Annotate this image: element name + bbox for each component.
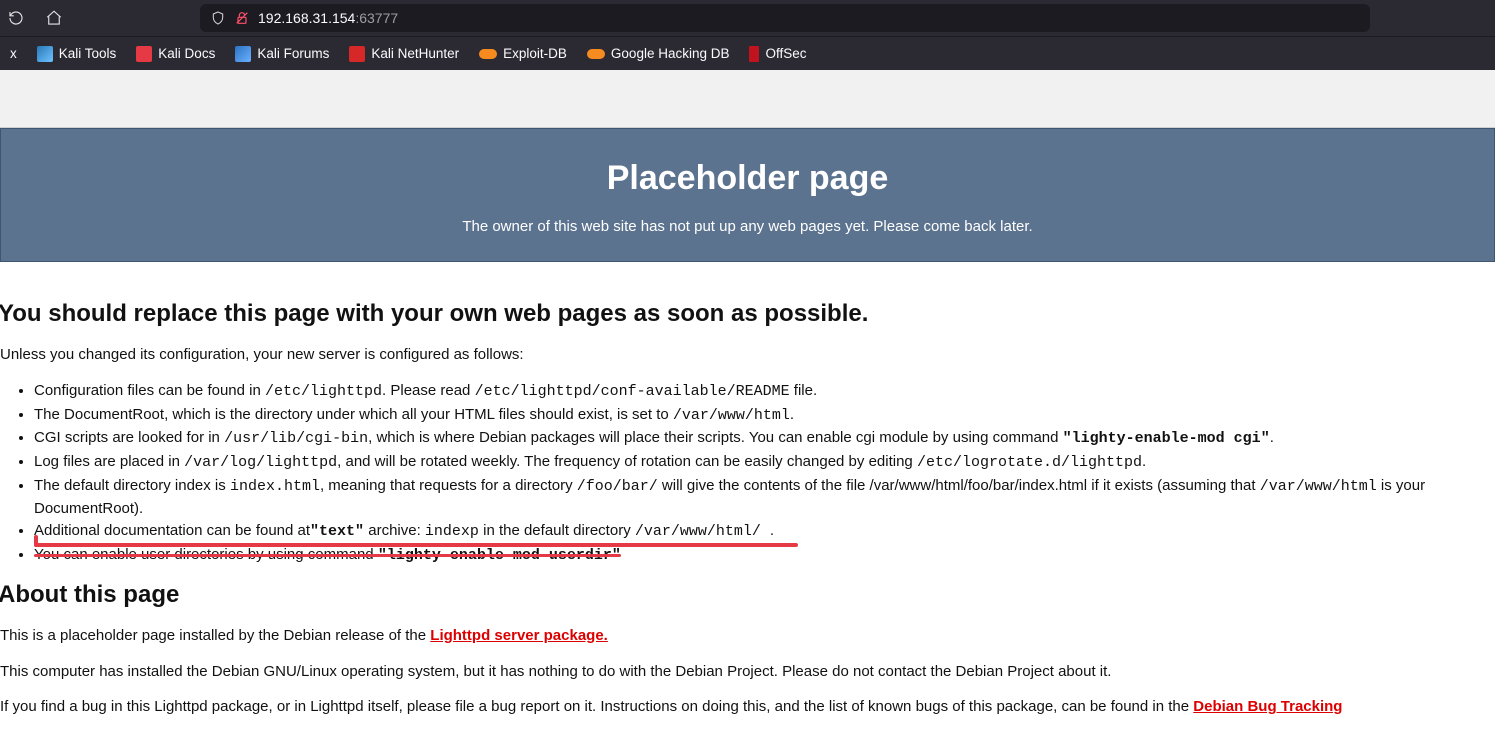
hero-banner: Placeholder page The owner of this web s… [0, 128, 1495, 262]
bookmarks-bar: x Kali Tools Kali Docs Kali Forums Kali … [0, 36, 1495, 70]
config-list: Configuration files can be found in /etc… [0, 380, 1495, 567]
reload-button[interactable] [4, 6, 28, 30]
list-item-highlighted: Additional documentation can be found at… [34, 520, 1495, 543]
bookmark-kx[interactable]: x [6, 43, 21, 64]
list-item: Log files are placed in /var/log/lighttp… [34, 451, 1495, 474]
bookmark-offsec[interactable]: OffSec [745, 43, 810, 65]
home-button[interactable] [42, 6, 66, 30]
bookmark-label: x [10, 46, 17, 61]
page-top-gap [0, 70, 1495, 128]
bookmark-kali-forums[interactable]: Kali Forums [231, 43, 333, 65]
red-annotation-strike [34, 554, 621, 557]
bookmark-label: Kali Docs [158, 46, 215, 61]
bookmark-google-hacking-db[interactable]: Google Hacking DB [583, 43, 734, 64]
browser-toolbar: 192.168.31.154:63777 [0, 0, 1495, 36]
bookmark-label: Kali NetHunter [371, 46, 459, 61]
kali-icon [37, 46, 53, 62]
lighttpd-package-link[interactable]: Lighttpd server package. [430, 627, 608, 644]
heading-replace: You should replace this page with your o… [0, 300, 1495, 328]
list-item: The default directory index is index.htm… [34, 475, 1495, 520]
list-item: CGI scripts are looked for in /usr/lib/c… [34, 427, 1495, 450]
about-paragraph-3: If you find a bug in this Lighttpd packa… [0, 696, 1495, 718]
bookmark-kali-tools[interactable]: Kali Tools [33, 43, 121, 65]
about-paragraph-2: This computer has installed the Debian G… [0, 661, 1495, 683]
bookmark-exploit-db[interactable]: Exploit-DB [475, 43, 571, 64]
list-item: The DocumentRoot, which is the directory… [34, 404, 1495, 427]
url-text: 192.168.31.154:63777 [258, 10, 398, 26]
address-bar[interactable]: 192.168.31.154:63777 [200, 4, 1370, 32]
page-title: Placeholder page [11, 159, 1484, 198]
heading-about: About this page [0, 581, 1495, 609]
url-port: :63777 [355, 10, 398, 26]
bookmark-label: Kali Forums [257, 46, 329, 61]
bookmark-label: Exploit-DB [503, 46, 567, 61]
bookmark-label: OffSec [765, 46, 806, 61]
hero-subtitle: The owner of this web site has not put u… [11, 218, 1484, 235]
kali-docs-icon [136, 46, 152, 62]
lock-insecure-icon [234, 10, 250, 26]
shield-icon [210, 10, 226, 26]
bookmark-label: Kali Tools [59, 46, 117, 61]
offsec-icon [749, 46, 759, 62]
bookmark-kali-nethunter[interactable]: Kali NetHunter [345, 43, 463, 65]
main-content: You should replace this page with your o… [0, 262, 1495, 718]
list-item: Configuration files can be found in /etc… [34, 380, 1495, 403]
list-item-struck: You can enable user directories by using… [34, 544, 1495, 567]
kali-forums-icon [235, 46, 251, 62]
ghd-icon [587, 49, 605, 59]
bookmark-kali-docs[interactable]: Kali Docs [132, 43, 219, 65]
url-host: 192.168.31.154 [258, 10, 355, 26]
debian-bug-link[interactable]: Debian Bug Tracking [1193, 698, 1342, 715]
exploit-db-icon [479, 49, 497, 59]
intro-paragraph: Unless you changed its configuration, yo… [0, 344, 1495, 366]
kali-nethunter-icon [349, 46, 365, 62]
bookmark-label: Google Hacking DB [611, 46, 730, 61]
